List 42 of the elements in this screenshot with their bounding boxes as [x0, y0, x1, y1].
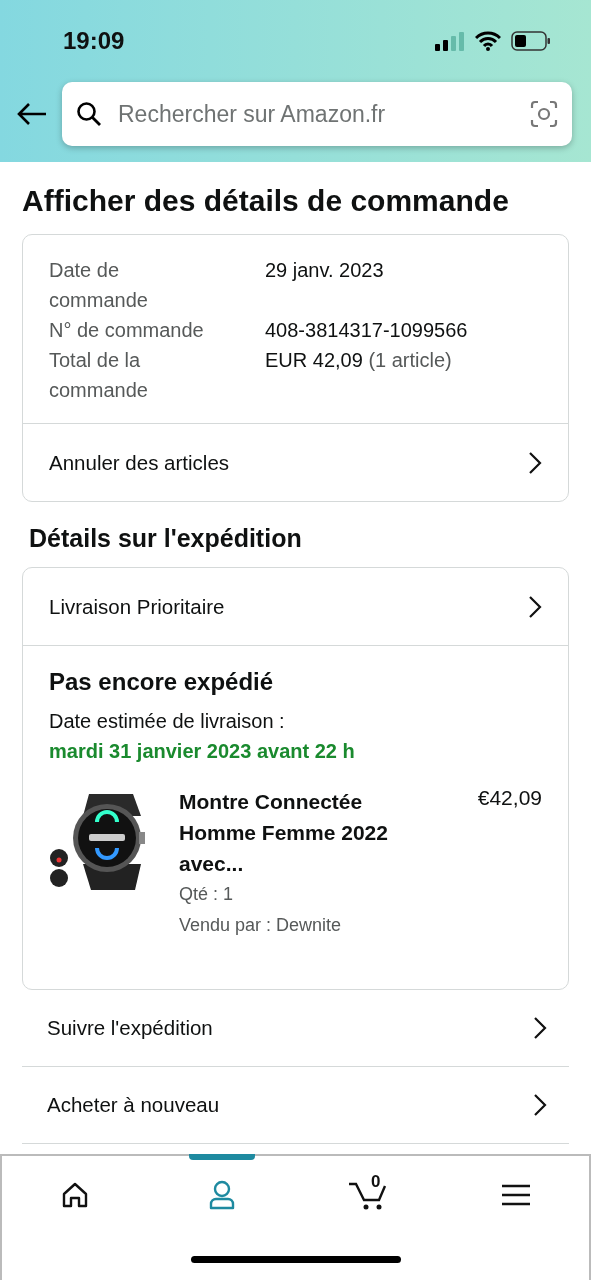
row-label: Annuler des articles [49, 450, 230, 475]
action-row[interactable]: Acheter à nouveau [22, 1067, 569, 1144]
row-label: Livraison Prioritaire [49, 594, 225, 619]
summary-value: 408-3814317-1099566 [265, 319, 468, 341]
row-label: Suivre l'expédition [47, 1016, 213, 1040]
person-icon [208, 1180, 237, 1210]
delivery-method-row[interactable]: Livraison Prioritaire [23, 568, 568, 645]
product-price: €42,09 [477, 786, 542, 811]
row-label: Acheter à nouveau [47, 1093, 220, 1117]
search-icon [76, 101, 102, 127]
search-bar[interactable]: Rechercher sur Amazon.fr [62, 82, 572, 146]
page-title: Afficher des détails de commande [22, 184, 510, 218]
product-seller: Vendu par : Dewnite [179, 914, 343, 937]
wifi-icon [475, 31, 501, 51]
summary-label: N° de commande [49, 318, 205, 343]
cart-count: 0 [370, 1172, 381, 1192]
signal-icon [435, 31, 465, 51]
chevron-right-icon [533, 1016, 547, 1040]
summary-value: 29 janv. 2023 [265, 259, 384, 281]
product-quantity: Qté : 1 [179, 883, 235, 906]
search-field[interactable]: Rechercher sur Amazon.fr [116, 99, 516, 129]
status-time: 19:09 [63, 27, 125, 55]
section-title: Détails sur l'expédition [29, 524, 303, 553]
chevron-right-icon [528, 594, 542, 619]
shipment-status: Pas encore expédié [49, 668, 275, 696]
estimate-date: mardi 31 janvier 2023 avant 22 h [49, 739, 356, 764]
cancel-items-row[interactable]: Annuler des articles [23, 423, 568, 501]
menu-icon [501, 1184, 530, 1206]
item-count: (1 article) [368, 349, 452, 371]
action-row[interactable]: Suivre l'expédition [22, 990, 569, 1067]
summary-value: EUR 42,09 [265, 349, 363, 371]
chevron-right-icon [533, 1093, 547, 1117]
product-name[interactable]: Montre Connectée Homme Femme 2022 avec... [179, 786, 419, 879]
summary-label: Date de commande [49, 258, 149, 313]
estimate-label: Date estimée de livraison : [49, 709, 286, 734]
battery-icon [511, 31, 551, 51]
tab-button[interactable]: 0 [295, 1156, 443, 1234]
back-arrow-icon[interactable] [16, 102, 48, 126]
home-icon [61, 1181, 90, 1209]
camera-scan-icon[interactable] [530, 100, 558, 128]
chevron-right-icon [528, 450, 542, 475]
summary-label: Total de la commande [49, 348, 149, 403]
